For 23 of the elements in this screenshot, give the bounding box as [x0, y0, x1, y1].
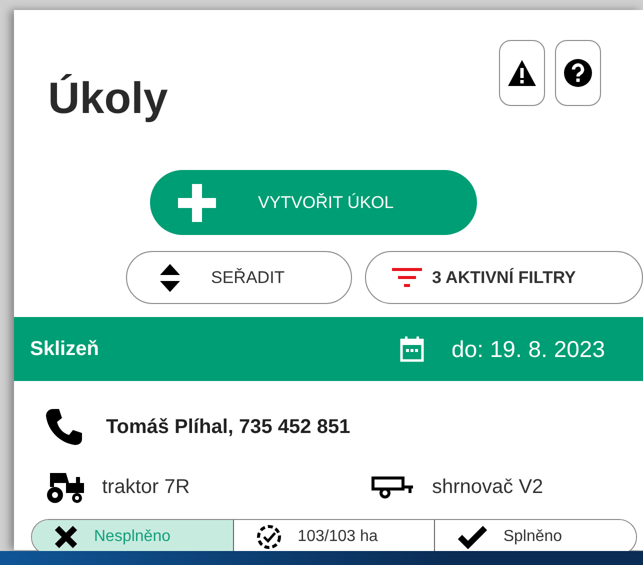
calendar-icon [400, 336, 424, 362]
help-button[interactable] [555, 40, 601, 106]
trailer-icon [370, 475, 414, 499]
phone-icon [44, 407, 84, 447]
due-date: do: 19. 8. 2023 [452, 336, 605, 362]
machine-name: traktor 7R [102, 476, 190, 498]
page-title: Úkoly [48, 74, 168, 124]
dashed-check-icon [256, 524, 282, 550]
check-icon [457, 525, 488, 549]
task-name: Sklizeň [30, 338, 99, 360]
status-option[interactable]: 103/103 ha [234, 520, 436, 554]
filter-button[interactable]: 3 AKTIVNÍ FILTRY [365, 251, 643, 304]
help-icon [563, 58, 593, 88]
status-option[interactable]: Splněno [435, 520, 636, 554]
filter-icon [392, 266, 422, 290]
plus-icon [176, 182, 218, 224]
implement-name: shrnovač V2 [432, 476, 544, 498]
sort-button[interactable]: SEŘADIT [126, 251, 352, 304]
contact-text: Tomáš Plíhal, 735 452 851 [106, 416, 350, 438]
warning-icon [507, 59, 537, 87]
warning-button[interactable] [499, 40, 545, 106]
cross-icon [54, 525, 78, 549]
sort-icon [159, 262, 181, 292]
